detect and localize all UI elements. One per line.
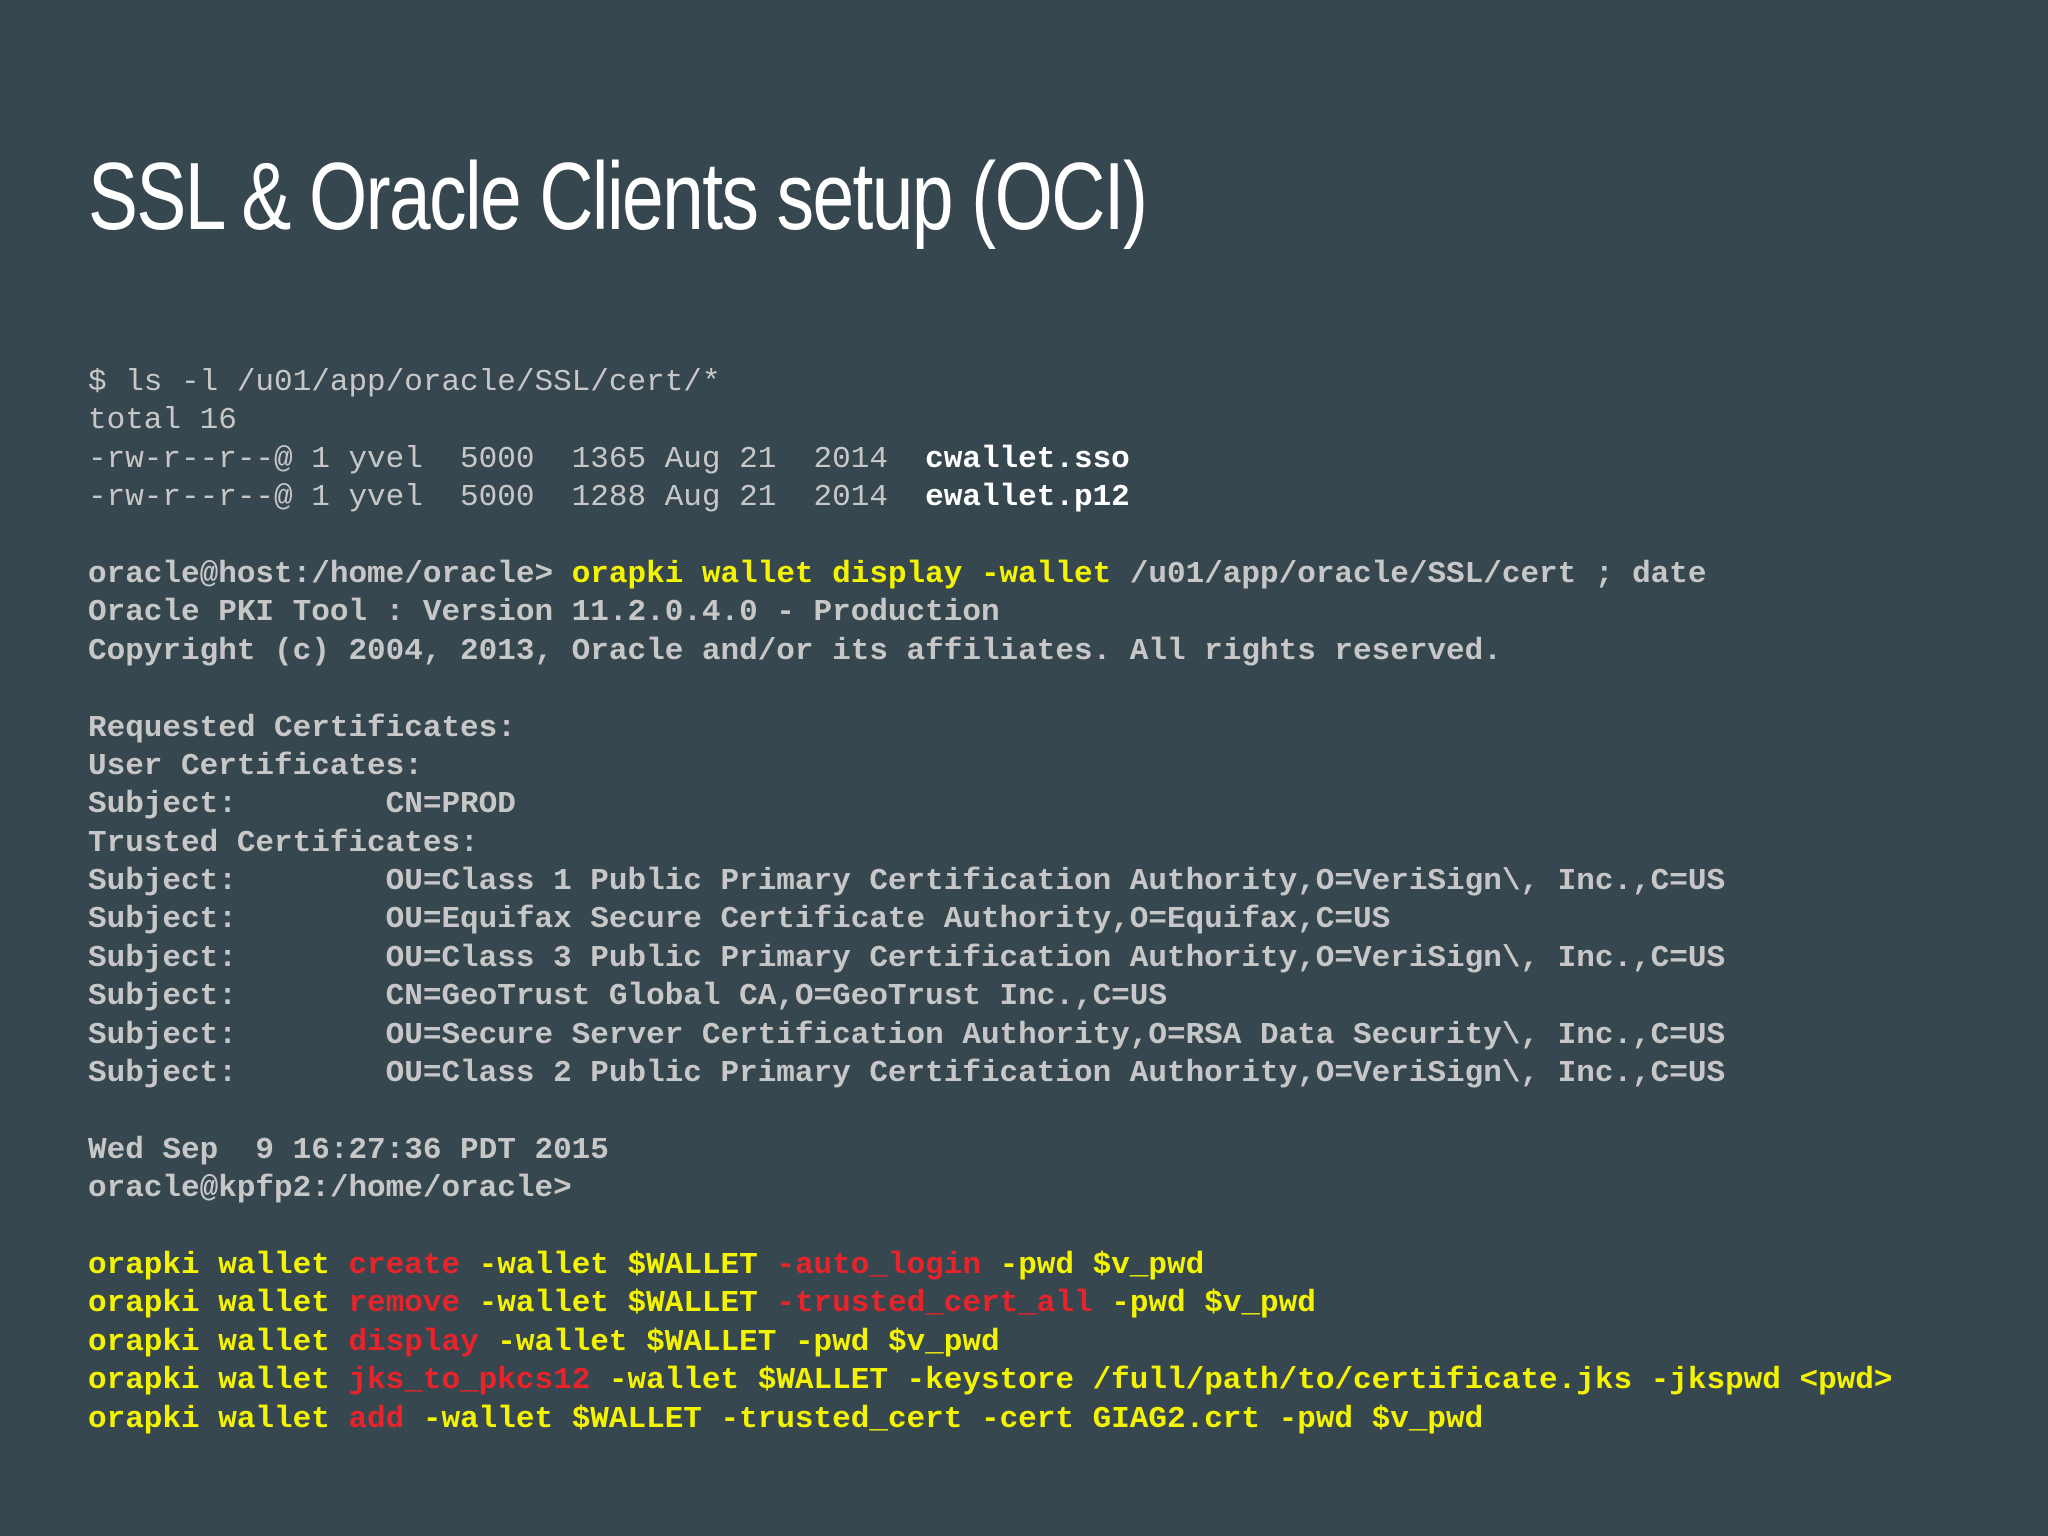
- terminal-text-segment: Subject: CN=PROD: [88, 787, 516, 823]
- terminal-text-segment: ewallet.p12: [925, 480, 1130, 516]
- terminal-text-segment: Wed Sep 9 16:27:36 PDT 2015: [88, 1132, 609, 1168]
- terminal-text-segment: Oracle PKI Tool : Version 11.2.0.4.0 - P…: [88, 595, 1000, 631]
- ewallet-file-line: -rw-r--r--@ 1 yvel 5000 1288 Aug 21 2014…: [88, 479, 2028, 517]
- subject-line: Subject: CN=PROD: [88, 786, 2028, 824]
- user-certificates-line: User Certificates:: [88, 748, 2028, 786]
- orapki-display-command-line: oracle@host:/home/oracle> orapki wallet …: [88, 556, 2028, 594]
- terminal-output: $ ls -l /u01/app/oracle/SSL/cert/* total …: [88, 364, 2028, 1439]
- terminal-text-segment: /u01/app/oracle/SSL/cert ; date: [1111, 556, 1707, 592]
- terminal-text-segment: -wallet $WALLET: [460, 1247, 777, 1283]
- terminal-text-segment: oracle@kpfp2:/home/oracle>: [88, 1171, 572, 1207]
- terminal-text-segment: display: [348, 1324, 479, 1360]
- subject-line: Subject: OU=Class 2 Public Primary Certi…: [88, 1055, 2028, 1093]
- slide-title: SSL & Oracle Clients setup (OCI): [88, 143, 1148, 250]
- terminal-text-segment: Trusted Certificates:: [88, 825, 479, 861]
- terminal-text-segment: cwallet.sso: [925, 441, 1130, 477]
- terminal-text-segment: -wallet $WALLET -keystore /full/path/to/…: [590, 1363, 1893, 1399]
- ls-total-line: total 16: [88, 402, 2028, 440]
- orapki-add-line: orapki wallet add -wallet $WALLET -trust…: [88, 1401, 2028, 1439]
- orapki-display-line: orapki wallet display -wallet $WALLET -p…: [88, 1324, 2028, 1362]
- terminal-text-segment: Subject: CN=GeoTrust Global CA,O=GeoTrus…: [88, 979, 1167, 1015]
- subject-line: Subject: CN=GeoTrust Global CA,O=GeoTrus…: [88, 978, 2028, 1016]
- prompt-line: oracle@kpfp2:/home/oracle>: [88, 1170, 2028, 1208]
- cwallet-file-line: -rw-r--r--@ 1 yvel 5000 1365 Aug 21 2014…: [88, 441, 2028, 479]
- trusted-certificates-line: Trusted Certificates:: [88, 825, 2028, 863]
- subject-line: Subject: OU=Secure Server Certification …: [88, 1017, 2028, 1055]
- terminal-text-segment: add: [348, 1401, 405, 1437]
- terminal-text-segment: orapki wallet: [88, 1363, 349, 1399]
- terminal-text-segment: orapki wallet: [88, 1324, 349, 1360]
- orapki-jks-to-pkcs12-line: orapki wallet jks_to_pkcs12 -wallet $WAL…: [88, 1362, 2028, 1400]
- terminal-text-segment: $ ls -l /u01/app/oracle/SSL/cert/*: [88, 365, 721, 400]
- terminal-text-segment: Subject: OU=Secure Server Certification …: [88, 1017, 1726, 1053]
- terminal-text-segment: remove: [348, 1286, 461, 1322]
- terminal-text-segment: orapki wallet: [88, 1286, 349, 1322]
- terminal-text-segment: Subject: OU=Class 1 Public Primary Certi…: [88, 864, 1726, 900]
- terminal-text-segment: create: [348, 1247, 461, 1283]
- orapki-create-line: orapki wallet create -wallet $WALLET -au…: [88, 1247, 2028, 1285]
- terminal-text-segment: oracle@host:/home/oracle>: [88, 556, 572, 592]
- terminal-text-segment: orapki wallet: [88, 1247, 349, 1283]
- terminal-text-segment: Requested Certificates:: [88, 710, 516, 746]
- terminal-text-segment: Subject: OU=Class 3 Public Primary Certi…: [88, 940, 1726, 976]
- date-output-line: Wed Sep 9 16:27:36 PDT 2015: [88, 1132, 2028, 1170]
- copyright-line: Copyright (c) 2004, 2013, Oracle and/or …: [88, 633, 2028, 671]
- subject-line: Subject: OU=Equifax Secure Certificate A…: [88, 901, 2028, 939]
- terminal-text-segment: -wallet $WALLET -trusted_cert -cert GIAG…: [404, 1401, 1484, 1437]
- ls-command-line: $ ls -l /u01/app/oracle/SSL/cert/*: [88, 364, 2028, 402]
- pki-tool-version-line: Oracle PKI Tool : Version 11.2.0.4.0 - P…: [88, 594, 2028, 632]
- terminal-text-segment: orapki wallet: [88, 1401, 349, 1437]
- terminal-text-segment: -wallet $WALLET: [460, 1286, 777, 1322]
- subject-line: Subject: OU=Class 1 Public Primary Certi…: [88, 863, 2028, 901]
- terminal-text-segment: -trusted_cert_all: [776, 1286, 1093, 1322]
- terminal-text-segment: -wallet $WALLET -pwd $v_pwd: [478, 1324, 1000, 1360]
- terminal-text-segment: -auto_login: [776, 1247, 981, 1283]
- terminal-text-segment: -pwd $v_pwd: [980, 1247, 1205, 1283]
- terminal-text-segment: -rw-r--r--@ 1 yvel 5000 1288 Aug 21 2014: [88, 480, 926, 516]
- terminal-text-segment: User Certificates:: [88, 748, 423, 784]
- terminal-text-segment: orapki wallet display -wallet: [571, 556, 1112, 592]
- terminal-text-segment: Subject: OU=Equifax Secure Certificate A…: [88, 902, 1391, 938]
- terminal-text-segment: -rw-r--r--@ 1 yvel 5000 1365 Aug 21 2014: [88, 441, 926, 477]
- terminal-text-segment: Subject: OU=Class 2 Public Primary Certi…: [88, 1056, 1726, 1092]
- terminal-text-segment: jks_to_pkcs12: [348, 1363, 591, 1399]
- orapki-remove-line: orapki wallet remove -wallet $WALLET -tr…: [88, 1285, 2028, 1323]
- terminal-text-segment: -pwd $v_pwd: [1092, 1286, 1316, 1322]
- terminal-text-segment: total 16: [88, 403, 237, 439]
- subject-line: Subject: OU=Class 3 Public Primary Certi…: [88, 940, 2028, 978]
- requested-certificates-line: Requested Certificates:: [88, 710, 2028, 748]
- terminal-text-segment: Copyright (c) 2004, 2013, Oracle and/or …: [88, 633, 1502, 669]
